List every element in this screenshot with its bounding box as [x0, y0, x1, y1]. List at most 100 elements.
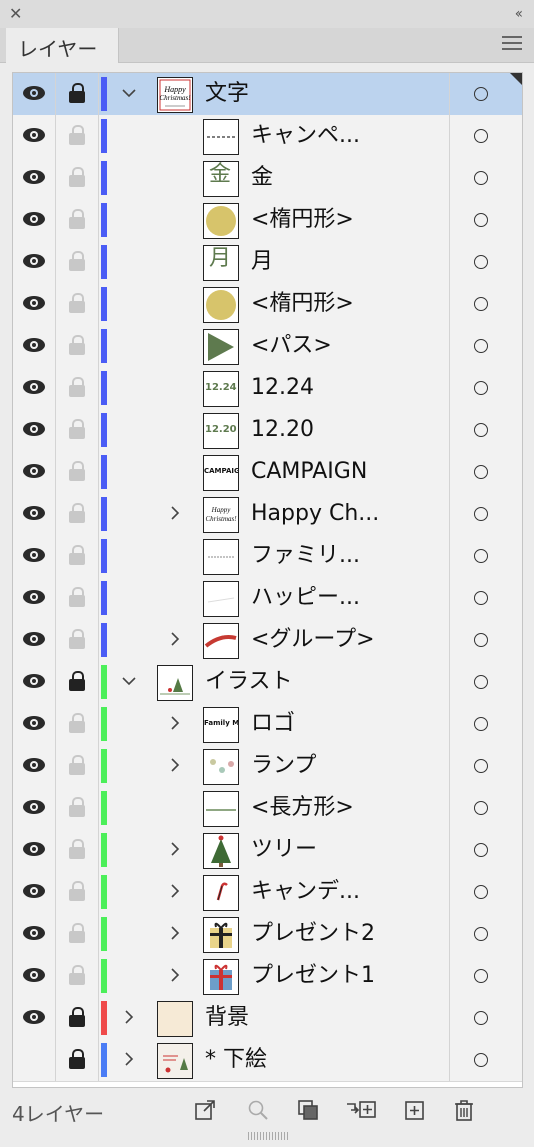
lock-toggle[interactable] — [56, 493, 99, 535]
layer-row[interactable]: 金金 — [13, 157, 522, 200]
target-cell[interactable] — [450, 871, 522, 913]
layer-row[interactable]: Happy Christmas! Happy Ch... — [13, 493, 522, 536]
target-circle-icon[interactable] — [474, 759, 488, 773]
target-circle-icon[interactable] — [474, 297, 488, 311]
lock-toggle[interactable] — [56, 577, 99, 619]
layer-main-cell[interactable]: * 下絵 — [99, 1039, 450, 1081]
lock-toggle[interactable] — [56, 955, 99, 997]
lock-toggle[interactable] — [56, 745, 99, 787]
target-cell[interactable] — [450, 73, 522, 115]
layer-main-cell[interactable]: ハッピー... — [99, 577, 450, 619]
collapse-panel-icon[interactable]: ‹‹ — [515, 5, 523, 23]
layer-main-cell[interactable]: 12.20 12.20 — [99, 409, 450, 451]
chevron-right-icon[interactable] — [167, 711, 183, 742]
visibility-toggle[interactable] — [13, 745, 56, 787]
layer-row[interactable]: ファミリ... — [13, 535, 522, 578]
visibility-toggle[interactable] — [13, 409, 56, 451]
layer-row[interactable]: 背景 — [13, 997, 522, 1040]
visibility-toggle[interactable] — [13, 451, 56, 493]
visibility-toggle[interactable] — [13, 493, 56, 535]
lock-toggle[interactable] — [56, 871, 99, 913]
visibility-toggle[interactable] — [13, 661, 56, 703]
chevron-down-icon[interactable] — [121, 81, 137, 112]
chevron-right-icon[interactable] — [167, 753, 183, 784]
chevron-right-icon[interactable] — [167, 963, 183, 994]
visibility-toggle[interactable] — [13, 913, 56, 955]
layer-row[interactable]: キャンデ... — [13, 871, 522, 914]
chevron-right-icon[interactable] — [167, 501, 183, 532]
lock-toggle[interactable] — [56, 325, 99, 367]
target-circle-icon[interactable] — [474, 87, 488, 101]
layer-row[interactable]: ツリー — [13, 829, 522, 872]
target-circle-icon[interactable] — [474, 633, 488, 647]
visibility-toggle[interactable] — [13, 703, 56, 745]
layer-row[interactable]: キャンペ... — [13, 115, 522, 158]
target-circle-icon[interactable] — [474, 801, 488, 815]
target-cell[interactable] — [450, 745, 522, 787]
target-cell[interactable] — [450, 619, 522, 661]
target-circle-icon[interactable] — [474, 507, 488, 521]
target-circle-icon[interactable] — [474, 969, 488, 983]
lock-toggle[interactable] — [56, 787, 99, 829]
target-circle-icon[interactable] — [474, 1011, 488, 1025]
visibility-toggle[interactable] — [13, 325, 56, 367]
layer-row[interactable]: <パス> — [13, 325, 522, 368]
visibility-toggle[interactable] — [13, 199, 56, 241]
lock-toggle[interactable] — [56, 829, 99, 871]
layer-main-cell[interactable]: キャンデ... — [99, 871, 450, 913]
target-cell[interactable] — [450, 913, 522, 955]
target-cell[interactable] — [450, 829, 522, 871]
mask-icon[interactable] — [296, 1098, 320, 1122]
visibility-toggle[interactable] — [13, 829, 56, 871]
target-cell[interactable] — [450, 997, 522, 1039]
chevron-down-icon[interactable] — [121, 669, 137, 700]
layer-main-cell[interactable]: <パス> — [99, 325, 450, 367]
target-circle-icon[interactable] — [474, 591, 488, 605]
layer-row[interactable]: Happy Christmas! 文字 — [13, 73, 522, 116]
layer-row[interactable]: 月月 — [13, 241, 522, 284]
target-cell[interactable] — [450, 199, 522, 241]
close-icon[interactable]: ✕ — [9, 4, 22, 24]
layer-row[interactable]: プレゼント1 — [13, 955, 522, 998]
lock-toggle[interactable] — [56, 115, 99, 157]
target-cell[interactable] — [450, 661, 522, 703]
target-circle-icon[interactable] — [474, 927, 488, 941]
lock-toggle[interactable] — [56, 241, 99, 283]
layer-main-cell[interactable]: Happy Christmas! Happy Ch... — [99, 493, 450, 535]
layer-row[interactable]: <楕円形> — [13, 283, 522, 326]
target-cell[interactable] — [450, 283, 522, 325]
lock-toggle[interactable] — [56, 199, 99, 241]
target-cell[interactable] — [450, 115, 522, 157]
visibility-toggle[interactable] — [13, 157, 56, 199]
layer-row[interactable]: ランプ — [13, 745, 522, 788]
layer-main-cell[interactable]: 12.24 12.24 — [99, 367, 450, 409]
target-circle-icon[interactable] — [474, 717, 488, 731]
target-circle-icon[interactable] — [474, 171, 488, 185]
layer-row[interactable]: * 下絵 — [13, 1039, 522, 1082]
layer-main-cell[interactable]: ランプ — [99, 745, 450, 787]
layer-row[interactable]: 12.24 12.24 — [13, 367, 522, 410]
layer-main-cell[interactable]: Family Mall ロゴ — [99, 703, 450, 745]
lock-toggle[interactable] — [56, 913, 99, 955]
move-to-layer-icon[interactable] — [345, 1098, 377, 1122]
target-circle-icon[interactable] — [474, 339, 488, 353]
target-cell[interactable] — [450, 157, 522, 199]
visibility-toggle[interactable] — [13, 997, 56, 1039]
chevron-right-icon[interactable] — [167, 921, 183, 952]
chevron-right-icon[interactable] — [167, 627, 183, 658]
layer-main-cell[interactable]: Happy Christmas! 文字 — [99, 73, 450, 115]
trash-icon[interactable] — [452, 1098, 476, 1122]
visibility-toggle[interactable] — [13, 241, 56, 283]
layer-main-cell[interactable]: 月月 — [99, 241, 450, 283]
visibility-toggle[interactable] — [13, 787, 56, 829]
layer-main-cell[interactable]: <長方形> — [99, 787, 450, 829]
target-circle-icon[interactable] — [474, 213, 488, 227]
target-cell[interactable] — [450, 703, 522, 745]
export-icon[interactable] — [193, 1098, 217, 1122]
layer-main-cell[interactable]: <楕円形> — [99, 283, 450, 325]
layer-main-cell[interactable]: プレゼント2 — [99, 913, 450, 955]
target-cell[interactable] — [450, 493, 522, 535]
layer-row[interactable]: Family Mall ロゴ — [13, 703, 522, 746]
visibility-toggle[interactable] — [13, 115, 56, 157]
target-circle-icon[interactable] — [474, 1053, 488, 1067]
